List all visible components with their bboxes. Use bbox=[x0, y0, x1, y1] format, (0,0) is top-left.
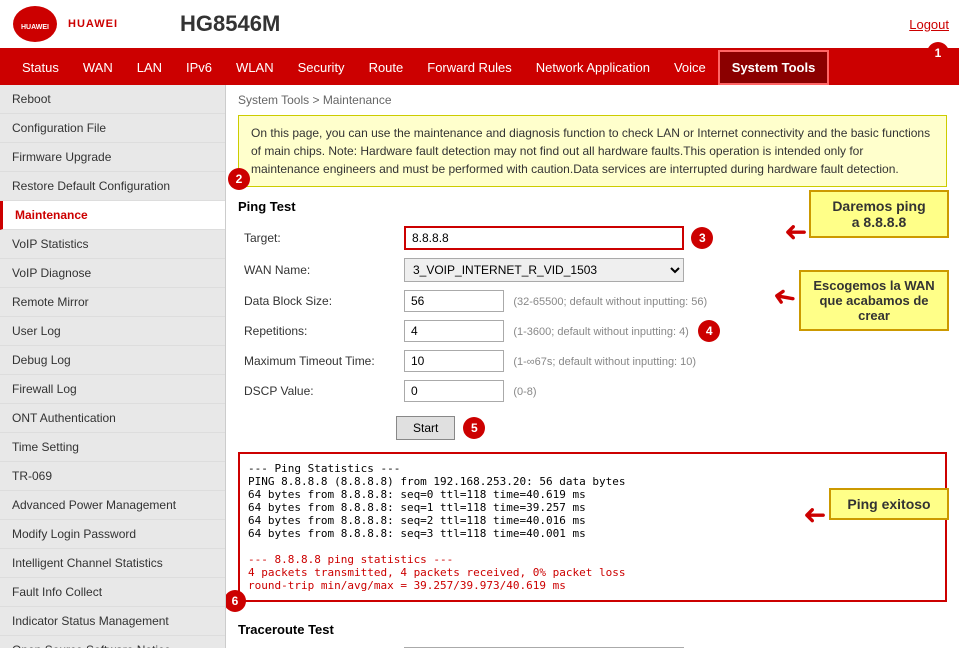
nav-wlan[interactable]: WLAN bbox=[224, 52, 286, 83]
sidebar-item-voip-stats[interactable]: VoIP Statistics bbox=[0, 230, 225, 259]
dscp-hint: (0-8) bbox=[513, 386, 536, 398]
huawei-logo: HUAWEI bbox=[10, 4, 60, 44]
data-block-input[interactable] bbox=[404, 290, 504, 312]
sidebar-item-firewall-log[interactable]: Firewall Log bbox=[0, 375, 225, 404]
ping-form-table: Target: 3 WAN Name: 3_VOIP_INTERNET_R_VI… bbox=[238, 222, 947, 406]
badge-5: 5 bbox=[463, 417, 485, 439]
page-header: HUAWEI HUAWEI HG8546M Logout bbox=[0, 0, 959, 50]
wan-name-label: WAN Name: bbox=[238, 254, 398, 286]
dscp-label: DSCP Value: bbox=[238, 376, 398, 406]
data-block-row: Data Block Size: (32-65500; default with… bbox=[238, 286, 947, 316]
badge-4: 4 bbox=[698, 320, 720, 342]
repetitions-row: Repetitions: (1-3600; default without in… bbox=[238, 316, 947, 346]
target-input[interactable] bbox=[404, 226, 684, 250]
nav-lan[interactable]: LAN bbox=[125, 52, 174, 83]
nav-status[interactable]: Status bbox=[10, 52, 71, 83]
sidebar-item-reboot[interactable]: Reboot bbox=[0, 85, 225, 114]
traceroute-form: Target: * bbox=[238, 643, 947, 648]
sidebar-item-oss-notice[interactable]: Open Source Software Notice bbox=[0, 636, 225, 648]
logout-area: Logout bbox=[909, 17, 949, 32]
nav-route[interactable]: Route bbox=[357, 52, 416, 83]
ping-test-title: Ping Test bbox=[238, 199, 947, 214]
svg-text:HUAWEI: HUAWEI bbox=[21, 24, 49, 31]
content-area: System Tools > Maintenance On this page,… bbox=[226, 85, 959, 648]
target-label: Target: bbox=[238, 222, 398, 254]
wan-name-select[interactable]: 3_VOIP_INTERNET_R_VID_1503 1_TR069_INTER… bbox=[404, 258, 684, 282]
sidebar-item-ont-auth[interactable]: ONT Authentication bbox=[0, 404, 225, 433]
data-block-label: Data Block Size: bbox=[238, 286, 398, 316]
traceroute-target-input[interactable] bbox=[404, 647, 684, 648]
timeout-hint: (1-∞67s; default without inputting: 10) bbox=[513, 356, 696, 368]
nav-voice[interactable]: Voice bbox=[662, 52, 718, 83]
sidebar-item-user-log[interactable]: User Log bbox=[0, 317, 225, 346]
logout-button[interactable]: Logout bbox=[909, 17, 949, 32]
dscp-input[interactable] bbox=[404, 380, 504, 402]
logo-area: HUAWEI HUAWEI bbox=[10, 4, 170, 44]
nav-security[interactable]: Security bbox=[286, 52, 357, 83]
sidebar-item-apm[interactable]: Advanced Power Management bbox=[0, 491, 225, 520]
nav-bar: Status WAN LAN IPv6 WLAN Security Route … bbox=[0, 50, 959, 85]
sidebar-item-modify-login[interactable]: Modify Login Password bbox=[0, 520, 225, 549]
badge-3: 3 bbox=[691, 227, 713, 249]
traceroute-section: Traceroute Test Target: * bbox=[238, 622, 947, 648]
ping-test-section: Ping Test Target: 3 WAN Name: 3_VOIP_INT… bbox=[238, 199, 947, 602]
nav-ipv6[interactable]: IPv6 bbox=[174, 52, 224, 83]
device-title: HG8546M bbox=[180, 11, 280, 37]
repetitions-label: Repetitions: bbox=[238, 316, 398, 346]
sidebar-item-config-file[interactable]: Configuration File bbox=[0, 114, 225, 143]
sidebar-item-fault-info[interactable]: Fault Info Collect bbox=[0, 578, 225, 607]
nav-system-tools[interactable]: System Tools bbox=[718, 50, 830, 85]
timeout-input[interactable] bbox=[404, 350, 504, 372]
traceroute-target-label: Target: bbox=[238, 643, 398, 648]
timeout-row: Maximum Timeout Time: (1-∞67s; default w… bbox=[238, 346, 947, 376]
start-button[interactable]: Start bbox=[396, 416, 455, 440]
ping-output-box: --- Ping Statistics --- PING 8.8.8.8 (8.… bbox=[238, 452, 947, 602]
traceroute-title: Traceroute Test bbox=[238, 622, 947, 637]
traceroute-target-row: Target: * bbox=[238, 643, 947, 648]
sidebar-item-firmware[interactable]: Firmware Upgrade bbox=[0, 143, 225, 172]
nav-forward-rules[interactable]: Forward Rules bbox=[415, 52, 524, 83]
sidebar-item-debug-log[interactable]: Debug Log bbox=[0, 346, 225, 375]
sidebar-item-remote-mirror[interactable]: Remote Mirror bbox=[0, 288, 225, 317]
data-block-hint: (32-65500; default without inputting: 56… bbox=[513, 296, 707, 308]
sidebar-item-time-setting[interactable]: Time Setting bbox=[0, 433, 225, 462]
sidebar-item-restore[interactable]: Restore Default Configuration bbox=[0, 172, 225, 201]
sidebar-item-voip-diagnose[interactable]: VoIP Diagnose bbox=[0, 259, 225, 288]
sidebar-item-ics[interactable]: Intelligent Channel Statistics bbox=[0, 549, 225, 578]
nav-wan[interactable]: WAN bbox=[71, 52, 125, 83]
repetitions-input[interactable] bbox=[404, 320, 504, 342]
breadcrumb: System Tools > Maintenance bbox=[238, 93, 947, 107]
nav-network-app[interactable]: Network Application bbox=[524, 52, 662, 83]
sidebar-item-tr069[interactable]: TR-069 bbox=[0, 462, 225, 491]
target-row: Target: 3 bbox=[238, 222, 947, 254]
timeout-label: Maximum Timeout Time: bbox=[238, 346, 398, 376]
sidebar-item-indicator[interactable]: Indicator Status Management bbox=[0, 607, 225, 636]
sidebar: Reboot Configuration File Firmware Upgra… bbox=[0, 85, 226, 648]
main-layout: Reboot Configuration File Firmware Upgra… bbox=[0, 85, 959, 648]
wan-name-row: WAN Name: 3_VOIP_INTERNET_R_VID_1503 1_T… bbox=[238, 254, 947, 286]
badge-6: 6 bbox=[226, 590, 246, 612]
sidebar-item-maintenance[interactable]: Maintenance bbox=[0, 201, 225, 230]
breadcrumb-text: System Tools > Maintenance bbox=[238, 93, 392, 107]
ping-stats: --- 8.8.8.8 ping statistics --- 4 packet… bbox=[248, 553, 626, 592]
info-text: On this page, you can use the maintenanc… bbox=[251, 126, 930, 176]
brand-name: HUAWEI bbox=[68, 18, 118, 30]
repetitions-hint: (1-3600; default without inputting: 4) bbox=[513, 326, 689, 338]
info-box: On this page, you can use the maintenanc… bbox=[238, 115, 947, 187]
dscp-row: DSCP Value: (0-8) bbox=[238, 376, 947, 406]
